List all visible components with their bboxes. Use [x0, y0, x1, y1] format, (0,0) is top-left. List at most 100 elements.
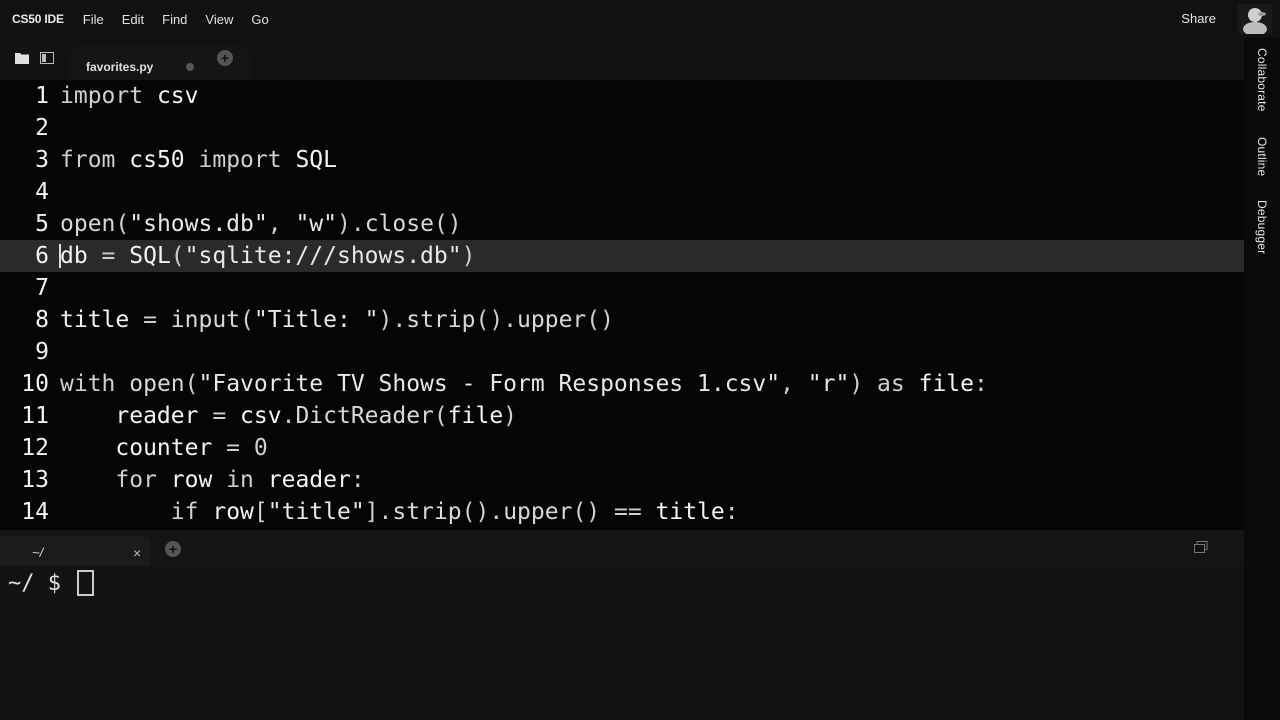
terminal-close-icon[interactable]: ×	[133, 545, 141, 561]
panel-toggle-icon[interactable]	[40, 52, 54, 64]
code-token: (	[184, 371, 199, 397]
menu-bar: CS50 IDE File Edit Find View Go Share	[0, 0, 1280, 38]
code-token: csv	[240, 403, 282, 429]
code-line[interactable]: 8 title = input("Title: ").strip().upper(…	[0, 304, 1244, 336]
terminal-tab-strip: ~/ × +	[0, 530, 1244, 566]
outline-label: Outline	[1255, 137, 1269, 177]
code-token: ].	[364, 499, 393, 525]
menu-file[interactable]: File	[83, 12, 104, 27]
terminal-cursor	[77, 570, 94, 596]
code-text: title = input("Title: ").strip().upper()	[60, 304, 614, 336]
terminal-tab-label: ~/	[32, 545, 44, 560]
app-brand[interactable]: CS50 IDE	[12, 12, 64, 26]
code-token: row	[212, 499, 254, 525]
menu-view[interactable]: View	[205, 12, 233, 27]
code-text: if row["title"].strip().upper() == title…	[60, 496, 739, 528]
folder-icon[interactable]	[15, 52, 29, 64]
code-token: ,	[780, 371, 808, 397]
code-token: open	[60, 211, 116, 237]
outline-tab[interactable]: Outline	[1247, 137, 1277, 176]
code-token: :	[974, 371, 988, 397]
code-token: "w"	[295, 211, 337, 237]
code-token: :	[724, 499, 739, 525]
code-token: SQL	[295, 147, 337, 173]
code-token: strip	[406, 307, 476, 333]
line-number: 9	[35, 339, 49, 365]
code-editor[interactable]: 1 import csv 2 3 from cs50 import SQL 4 5 open (…	[0, 80, 1244, 530]
new-tab-plus-icon[interactable]: +	[217, 50, 233, 66]
code-line[interactable]: 14 if row["title"].strip().upper() == ti…	[0, 496, 1244, 528]
terminal-tab[interactable]: ~/ ×	[0, 536, 150, 566]
code-token: )	[503, 403, 518, 429]
code-text: from cs50 import SQL	[60, 144, 337, 176]
code-token: (	[170, 243, 185, 269]
code-line[interactable]: 9	[0, 336, 1244, 368]
share-button[interactable]: Share	[1181, 11, 1216, 26]
code-line[interactable]: 13 for row in reader:	[0, 464, 1244, 496]
code-token: () ==	[572, 499, 656, 525]
code-token: SQL	[129, 243, 171, 269]
code-text: db = SQL("sqlite:///shows.db")	[60, 240, 475, 272]
user-avatar[interactable]	[1238, 4, 1272, 34]
unsaved-dot-icon[interactable]	[186, 63, 194, 71]
menu-go[interactable]: Go	[251, 12, 268, 27]
text-caret	[59, 244, 61, 268]
line-number: 14	[21, 499, 49, 525]
code-token: strip	[392, 499, 462, 525]
code-line[interactable]: 1 import csv	[0, 80, 1244, 112]
new-terminal-plus-icon[interactable]: +	[165, 541, 181, 557]
code-line[interactable]: 7	[0, 272, 1244, 304]
code-token: ).	[378, 307, 407, 333]
code-token: ).	[336, 211, 365, 237]
code-token: "Favorite TV Shows - Form Responses 1.cs…	[198, 371, 781, 397]
code-line[interactable]: 2	[0, 112, 1244, 144]
code-text: counter = 0	[60, 432, 268, 464]
code-token: input	[170, 307, 241, 333]
code-token: for	[115, 467, 157, 493]
code-token: 0	[253, 435, 268, 461]
restore-panel-icon[interactable]	[1194, 541, 1208, 553]
code-text: import csv	[60, 80, 199, 112]
menu-find[interactable]: Find	[162, 12, 187, 27]
code-token: (	[433, 403, 448, 429]
code-token: [	[253, 499, 268, 525]
code-token: in	[226, 467, 254, 493]
code-token: title	[60, 307, 130, 333]
debugger-tab[interactable]: Debugger	[1247, 200, 1277, 254]
code-token: upper	[517, 307, 587, 333]
code-line[interactable]: 4	[0, 176, 1244, 208]
code-line[interactable]: 5 open("shows.db", "w").close()	[0, 208, 1244, 240]
code-token: =	[198, 403, 241, 429]
code-line[interactable]: 11 reader = csv.DictReader(file)	[0, 400, 1244, 432]
code-token: ()	[586, 307, 614, 333]
line-number: 5	[35, 211, 49, 237]
code-token: .	[281, 403, 296, 429]
code-token: reader	[267, 467, 351, 493]
code-token: "r"	[807, 371, 850, 397]
code-token: "shows.db"	[129, 211, 268, 237]
code-line[interactable]: 12 counter = 0	[0, 432, 1244, 464]
code-token: row	[170, 467, 213, 493]
collaborate-tab[interactable]: Collaborate	[1247, 48, 1277, 112]
line-number: 1	[35, 83, 49, 109]
code-line[interactable]: 6 db = SQL("sqlite:///shows.db")	[0, 240, 1244, 272]
menu-edit[interactable]: Edit	[122, 12, 144, 27]
code-token: reader	[115, 403, 199, 429]
code-line[interactable]: 3 from cs50 import SQL	[0, 144, 1244, 176]
terminal-panel[interactable]: ~/ $	[0, 566, 1244, 720]
code-token: ().	[475, 307, 518, 333]
code-token: counter	[115, 435, 213, 461]
terminal-prompt: ~/ $	[8, 571, 61, 596]
code-token: )	[461, 243, 476, 269]
collaborate-label: Collaborate	[1255, 48, 1269, 112]
code-line[interactable]: 10 with open("Favorite TV Shows - Form Re…	[0, 368, 1244, 400]
